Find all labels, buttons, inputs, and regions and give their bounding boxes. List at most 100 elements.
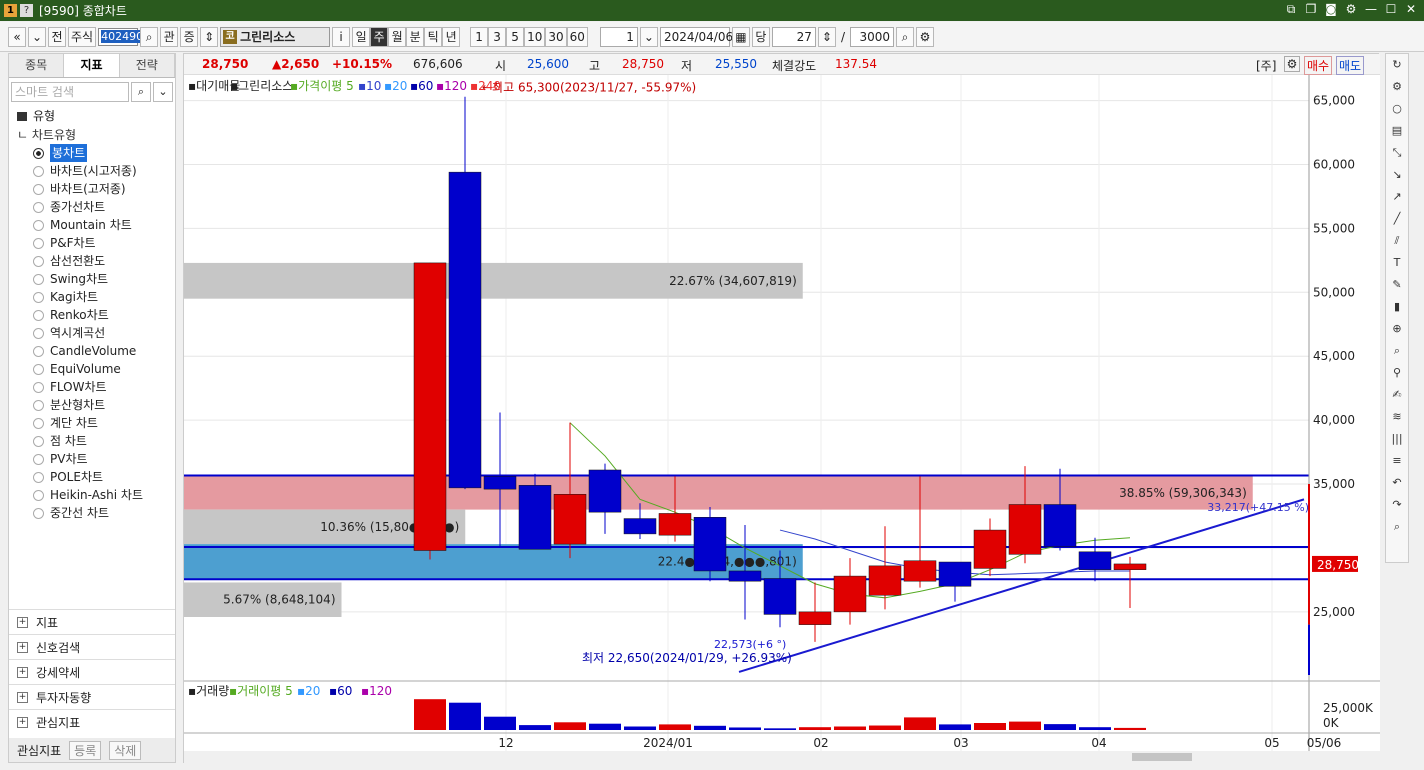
radio-icon[interactable] bbox=[33, 291, 44, 303]
fibo-icon[interactable]: ||| bbox=[1386, 428, 1408, 450]
chart-type-item[interactable]: 바차트(고저종) bbox=[9, 180, 175, 198]
radio-icon[interactable] bbox=[33, 363, 44, 375]
radio-icon[interactable] bbox=[33, 327, 44, 339]
chart-type-item[interactable]: POLE차트 bbox=[9, 468, 175, 486]
arrow2-tool-icon[interactable]: ↗ bbox=[1386, 186, 1408, 208]
section-type[interactable]: 유형 bbox=[9, 106, 175, 126]
period-button[interactable]: 월 bbox=[388, 26, 407, 47]
radio-icon[interactable] bbox=[33, 201, 44, 213]
chart-type-item[interactable]: 계단 차트 bbox=[9, 414, 175, 432]
favorite-delete-button[interactable]: 삭제 bbox=[109, 740, 142, 760]
zoom-in-icon[interactable]: ⌕ bbox=[1386, 340, 1408, 362]
expand-plus-icon[interactable]: + bbox=[17, 616, 28, 628]
chart-area[interactable]: 28,750 ▲2,650 +10.15% 676,606 시 25,600 고… bbox=[183, 53, 1380, 763]
expand-plus-icon[interactable]: + bbox=[17, 666, 28, 678]
nav-prev-button[interactable]: « bbox=[8, 26, 26, 47]
help-icon[interactable]: ? bbox=[20, 4, 33, 17]
code-input[interactable]: 402490 bbox=[98, 27, 144, 46]
refresh-icon[interactable]: ↻ bbox=[1386, 54, 1408, 76]
chart-type-item[interactable]: P&F차트 bbox=[9, 234, 175, 252]
zoom-icon[interactable]: ⌕ bbox=[895, 26, 914, 47]
chart-type-item[interactable]: 분산형차트 bbox=[9, 396, 175, 414]
stock-name-box[interactable]: 코 그린리소스 bbox=[220, 26, 331, 47]
radio-icon[interactable] bbox=[33, 381, 44, 393]
chart-type-item[interactable]: Swing차트 bbox=[9, 270, 175, 288]
tree-chart-type[interactable]: ㄴ 차트유형 bbox=[9, 126, 175, 144]
magnet-icon[interactable]: ⚲ bbox=[1386, 362, 1408, 384]
pen-icon[interactable]: ✎ bbox=[1386, 274, 1408, 296]
chart-type-item[interactable]: 종가선차트 bbox=[9, 198, 175, 216]
radio-icon[interactable] bbox=[33, 489, 44, 501]
chart-type-item[interactable]: 중간선 차트 bbox=[9, 504, 175, 522]
chart-type-item[interactable]: 바차트(시고저종) bbox=[9, 162, 175, 180]
period-button[interactable]: 일 bbox=[352, 26, 371, 47]
chart-svg[interactable]: 22.67% (34,607,819)38.85% (59,306,343)10… bbox=[184, 75, 1380, 763]
period-button[interactable]: 틱 bbox=[424, 26, 443, 47]
updown-icon[interactable]: ⇕ bbox=[200, 26, 219, 47]
expand-plus-icon[interactable]: + bbox=[17, 691, 28, 703]
interval-button[interactable]: 3 bbox=[488, 26, 507, 47]
radio-icon[interactable] bbox=[33, 453, 44, 465]
zoom-out-icon[interactable]: ⌕ bbox=[1386, 516, 1408, 538]
radio-icon[interactable] bbox=[33, 471, 44, 483]
unit-input[interactable]: 1 bbox=[599, 26, 638, 47]
camera-icon[interactable]: ◙ bbox=[1324, 2, 1338, 16]
chart-type-item[interactable]: 삼선전환도 bbox=[9, 252, 175, 270]
chart-icon[interactable]: ▤ bbox=[1386, 120, 1408, 142]
period-button[interactable]: 주 bbox=[370, 26, 389, 47]
gear-icon[interactable]: ⚙ bbox=[1344, 2, 1358, 16]
chart-type-item[interactable]: EquiVolume bbox=[9, 360, 175, 378]
radio-icon[interactable] bbox=[33, 219, 44, 231]
candle-icon[interactable]: ▮ bbox=[1386, 296, 1408, 318]
price-settings-icon[interactable]: ⚙ bbox=[1284, 56, 1300, 72]
indicator-section[interactable]: + 강세약세 bbox=[9, 659, 175, 684]
indicator-section[interactable]: + 지표 bbox=[9, 609, 175, 634]
line-tool-icon[interactable]: ⤡ bbox=[1386, 142, 1408, 164]
radio-icon[interactable] bbox=[33, 273, 44, 285]
text-tool-icon[interactable]: T bbox=[1386, 252, 1408, 274]
kwan-button[interactable]: 관 bbox=[160, 26, 179, 47]
count-stepper[interactable]: ⇕ bbox=[817, 26, 836, 47]
chart-type-item[interactable]: PV차트 bbox=[9, 450, 175, 468]
interval-button[interactable]: 10 bbox=[524, 26, 546, 47]
arrow-tool-icon[interactable]: ↘ bbox=[1386, 164, 1408, 186]
chart-type-item[interactable]: 봉차트 bbox=[9, 144, 175, 162]
expand-plus-icon[interactable]: + bbox=[17, 716, 28, 728]
interval-button[interactable]: 60 bbox=[566, 26, 588, 47]
info-button[interactable]: i bbox=[332, 26, 351, 47]
radio-icon[interactable] bbox=[33, 147, 44, 159]
radio-icon[interactable] bbox=[33, 399, 44, 411]
nav-down-button[interactable]: ⌄ bbox=[28, 26, 46, 47]
search-icon[interactable]: ⌕ bbox=[140, 26, 159, 47]
redo-icon[interactable]: ↷ bbox=[1386, 494, 1408, 516]
auto-line-icon[interactable]: ⫽ bbox=[1386, 230, 1408, 252]
period-button[interactable]: 년 bbox=[442, 26, 461, 47]
radio-icon[interactable] bbox=[33, 255, 44, 267]
chart-type-item[interactable]: 역시계곡선 bbox=[9, 324, 175, 342]
unit-dropdown-icon[interactable]: ⌄ bbox=[639, 26, 658, 47]
indicator-section[interactable]: + 관심지표 bbox=[9, 709, 175, 734]
buy-button[interactable]: 매수 bbox=[1304, 56, 1333, 75]
link-icon[interactable]: ⧉ bbox=[1284, 2, 1298, 16]
chart-type-item[interactable]: Renko차트 bbox=[9, 306, 175, 324]
market-select[interactable]: 주식 bbox=[68, 26, 97, 47]
interval-button[interactable]: 1 bbox=[470, 26, 489, 47]
radio-icon[interactable] bbox=[33, 183, 44, 195]
search-icon[interactable]: ⌕ bbox=[131, 82, 151, 102]
trendline-icon[interactable]: ╱ bbox=[1386, 208, 1408, 230]
undo-icon[interactable]: ↶ bbox=[1386, 472, 1408, 494]
interval-button[interactable]: 30 bbox=[545, 26, 567, 47]
wave-icon[interactable]: ≋ bbox=[1386, 406, 1408, 428]
sell-button[interactable]: 매도 bbox=[1336, 56, 1365, 75]
settings-icon[interactable]: ⚙ bbox=[1386, 76, 1408, 98]
settings-icon[interactable]: ⚙ bbox=[915, 26, 934, 47]
period-button[interactable]: 분 bbox=[406, 26, 425, 47]
favorite-add-button[interactable]: 등록 bbox=[69, 740, 102, 760]
smart-search-input[interactable]: 스마트 검색 bbox=[11, 82, 129, 102]
radio-icon[interactable] bbox=[33, 507, 44, 519]
total-input[interactable]: 3000 bbox=[849, 26, 894, 47]
circle-icon[interactable]: ○ bbox=[1386, 98, 1408, 120]
left-tab[interactable]: 전략 bbox=[119, 54, 175, 77]
radio-icon[interactable] bbox=[33, 309, 44, 321]
chart-type-item[interactable]: CandleVolume bbox=[9, 342, 175, 360]
